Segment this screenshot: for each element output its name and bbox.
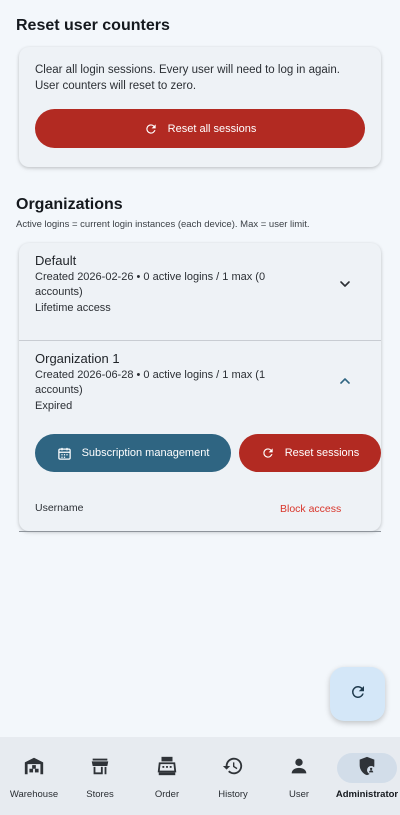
bottom-nav: Warehouse Stores Order History User Admi… [0, 737, 400, 815]
organizations-subtitle: Active logins = current login instances … [16, 219, 310, 230]
subscription-management-label: Subscription management [81, 447, 210, 459]
subscription-management-button[interactable]: Subscription management [35, 434, 231, 472]
username-label: Username [35, 502, 84, 514]
organizations-title: Organizations [16, 196, 123, 213]
nav-item-order[interactable]: Order [134, 737, 200, 815]
refresh-icon [144, 122, 158, 136]
org-item-organization-1[interactable]: Organization 1 Created 2026-06-28 • 0 ac… [19, 341, 381, 531]
organizations-card: Default Created 2026-02-26 • 0 active lo… [19, 243, 381, 531]
divider [19, 531, 381, 532]
reset-card: Clear all login sessions. Every user wil… [19, 47, 381, 167]
chevron-down-icon[interactable] [337, 276, 353, 297]
warehouse-icon [23, 755, 45, 782]
person-icon [288, 755, 310, 782]
chevron-up-icon[interactable] [337, 373, 353, 394]
org-status: Lifetime access [35, 302, 111, 314]
reset-sessions-button[interactable]: Reset sessions [239, 434, 381, 472]
nav-label: History [218, 789, 248, 800]
nav-item-history[interactable]: History [200, 737, 266, 815]
nav-label: Order [154, 789, 180, 800]
nav-item-administrator[interactable]: Administrator [334, 737, 400, 815]
org-details: Created 2026-02-26 • 0 active logins / 1… [35, 271, 266, 298]
org-item-default[interactable]: Default Created 2026-02-26 • 0 active lo… [19, 243, 381, 340]
org-name: Default [35, 253, 77, 268]
reset-section-title: Reset user counters [16, 17, 170, 34]
reset-description: Clear all login sessions. Every user wil… [35, 64, 340, 92]
nav-label: User [288, 789, 310, 800]
nav-item-stores[interactable]: Stores [67, 737, 133, 815]
refresh-icon [261, 446, 275, 460]
calendar-icon [57, 446, 72, 461]
org-name: Organization 1 [35, 351, 120, 366]
org-details: Created 2026-06-28 • 0 active logins / 1… [35, 369, 266, 396]
refresh-icon [349, 683, 367, 706]
admin-shield-icon [356, 755, 378, 782]
nav-item-user[interactable]: User [266, 737, 332, 815]
reset-all-sessions-button[interactable]: Reset all sessions [35, 109, 365, 148]
nav-item-warehouse[interactable]: Warehouse [1, 737, 67, 815]
history-icon [222, 755, 244, 782]
org-status: Expired [35, 400, 73, 412]
block-access-link[interactable]: Block access [280, 503, 341, 515]
nav-label: Administrator [335, 789, 399, 800]
nav-label: Warehouse [9, 789, 59, 800]
reset-sessions-label: Reset sessions [284, 447, 360, 459]
store-icon [89, 755, 111, 782]
cash-register-icon [156, 755, 178, 782]
nav-label: Stores [86, 789, 114, 800]
reset-all-sessions-label: Reset all sessions [167, 122, 257, 135]
refresh-fab[interactable] [330, 667, 385, 721]
